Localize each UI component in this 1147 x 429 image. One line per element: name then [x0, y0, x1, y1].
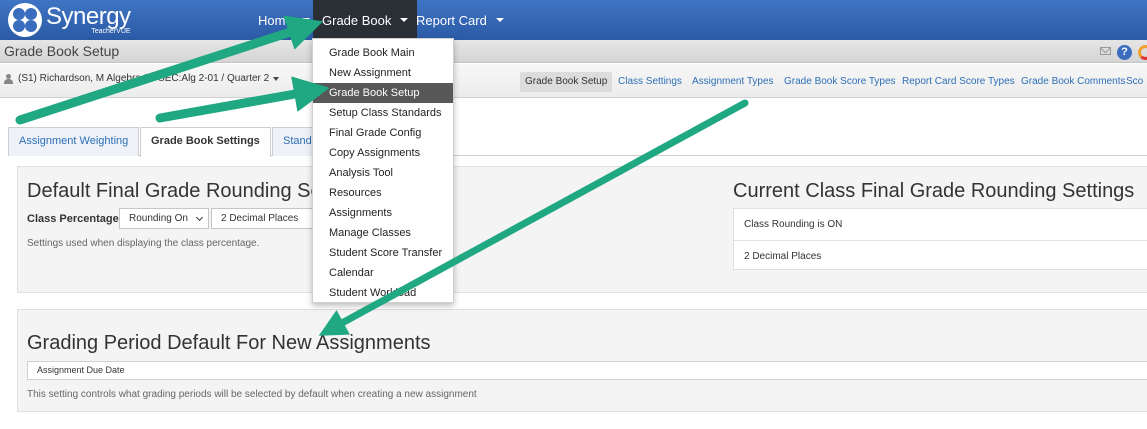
menu-item-setup-class-standards[interactable]: Setup Class Standards	[313, 103, 453, 123]
person-icon	[4, 73, 13, 84]
subtab-class-settings[interactable]: Class Settings	[613, 72, 687, 92]
rounding-heading: Default Final Grade Rounding Setti	[27, 180, 338, 202]
chevron-down-icon	[273, 76, 280, 81]
current-rounding-status: Class Rounding is ON	[744, 219, 843, 230]
chevron-down-icon	[195, 213, 204, 222]
top-navigation-bar: Synergy TeacherVUE Home Grade Book Repor…	[0, 0, 1147, 40]
nav-report-card-label: Report Card	[416, 12, 487, 28]
menu-item-assignments[interactable]: Assignments	[313, 203, 453, 223]
menu-item-copy-assignments[interactable]: Copy Assignments	[313, 143, 453, 163]
menu-item-analysis-tool[interactable]: Analysis Tool	[313, 163, 453, 183]
current-rounding-box: Class Rounding is ON 2 Decimal Places	[733, 208, 1147, 270]
class-percentage-label: Class Percentage	[27, 213, 119, 225]
help-icon[interactable]: ?	[1117, 45, 1132, 60]
menu-item-calendar[interactable]: Calendar	[313, 263, 453, 283]
subtab-grade-book-setup[interactable]: Grade Book Setup	[520, 72, 613, 92]
grading-period-default-select[interactable]: Assignment Due Date	[27, 361, 1147, 380]
tab-grade-book-settings[interactable]: Grade Book Settings	[140, 127, 271, 157]
chevron-down-icon	[301, 18, 310, 22]
menu-item-manage-classes[interactable]: Manage Classes	[313, 223, 453, 243]
loading-icon	[1138, 45, 1147, 60]
subtab-score[interactable]: Sco	[1121, 72, 1147, 92]
grading-period-help-text: This setting controls what grading perio…	[27, 389, 477, 400]
synergy-logo-icon	[8, 3, 42, 37]
grading-period-heading: Grading Period Default For New Assignmen…	[27, 332, 431, 354]
nav-home[interactable]: Home	[249, 0, 319, 40]
logo-title: Synergy	[46, 3, 131, 30]
decimal-select-value: 2 Decimal Places	[221, 213, 299, 224]
menu-item-grade-book-setup[interactable]: Grade Book Setup	[313, 83, 453, 103]
menu-item-new-assignment[interactable]: New Assignment	[313, 63, 453, 83]
class-selector-dropdown[interactable]: (S1) Richardson, M Algebra 2 · SEC:Alg 2…	[4, 73, 280, 84]
page-title-bar: Grade Book Setup	[0, 40, 1147, 63]
mail-icon[interactable]	[1100, 47, 1111, 55]
menu-item-student-score-transfer[interactable]: Student Score Transfer	[313, 243, 453, 263]
nav-grade-book-label: Grade Book	[322, 12, 392, 28]
page-title: Grade Book Setup	[4, 43, 120, 59]
menu-item-grade-book-main[interactable]: Grade Book Main	[313, 43, 453, 63]
menu-item-student-workload[interactable]: Student Workload	[313, 283, 453, 303]
subtab-assignment-types[interactable]: Assignment Types	[687, 72, 779, 92]
menu-item-resources[interactable]: Resources	[313, 183, 453, 203]
subtab-report-card-score-types[interactable]: Report Card Score Types	[897, 72, 1020, 92]
grade-book-dropdown-menu: Grade Book Main New Assignment Grade Boo…	[312, 38, 454, 303]
rounding-select[interactable]: Rounding On	[119, 208, 209, 229]
decimal-places-select[interactable]: 2 Decimal Places	[211, 208, 314, 229]
subtab-grade-book-comments[interactable]: Grade Book Comments	[1016, 72, 1131, 92]
menu-item-final-grade-config[interactable]: Final Grade Config	[313, 123, 453, 143]
current-rounding-heading: Current Class Final Grade Rounding Setti…	[733, 180, 1135, 202]
subtab-grade-book-score-types[interactable]: Grade Book Score Types	[779, 72, 901, 92]
nav-home-label: Home	[258, 12, 293, 28]
tab-assignment-weighting[interactable]: Assignment Weighting	[8, 127, 140, 156]
nav-grade-book[interactable]: Grade Book	[313, 0, 418, 40]
nav-report-card[interactable]: Report Card	[407, 0, 513, 40]
chevron-down-icon	[495, 18, 504, 22]
synergy-logo[interactable]: Synergy TeacherVUE	[8, 2, 131, 38]
class-selector-label: (S1) Richardson, M Algebra 2 · SEC:Alg 2…	[18, 73, 270, 84]
rounding-help-text: Settings used when displaying the class …	[27, 238, 260, 249]
rounding-select-value: Rounding On	[129, 213, 188, 224]
current-decimal-places: 2 Decimal Places	[734, 240, 1147, 271]
